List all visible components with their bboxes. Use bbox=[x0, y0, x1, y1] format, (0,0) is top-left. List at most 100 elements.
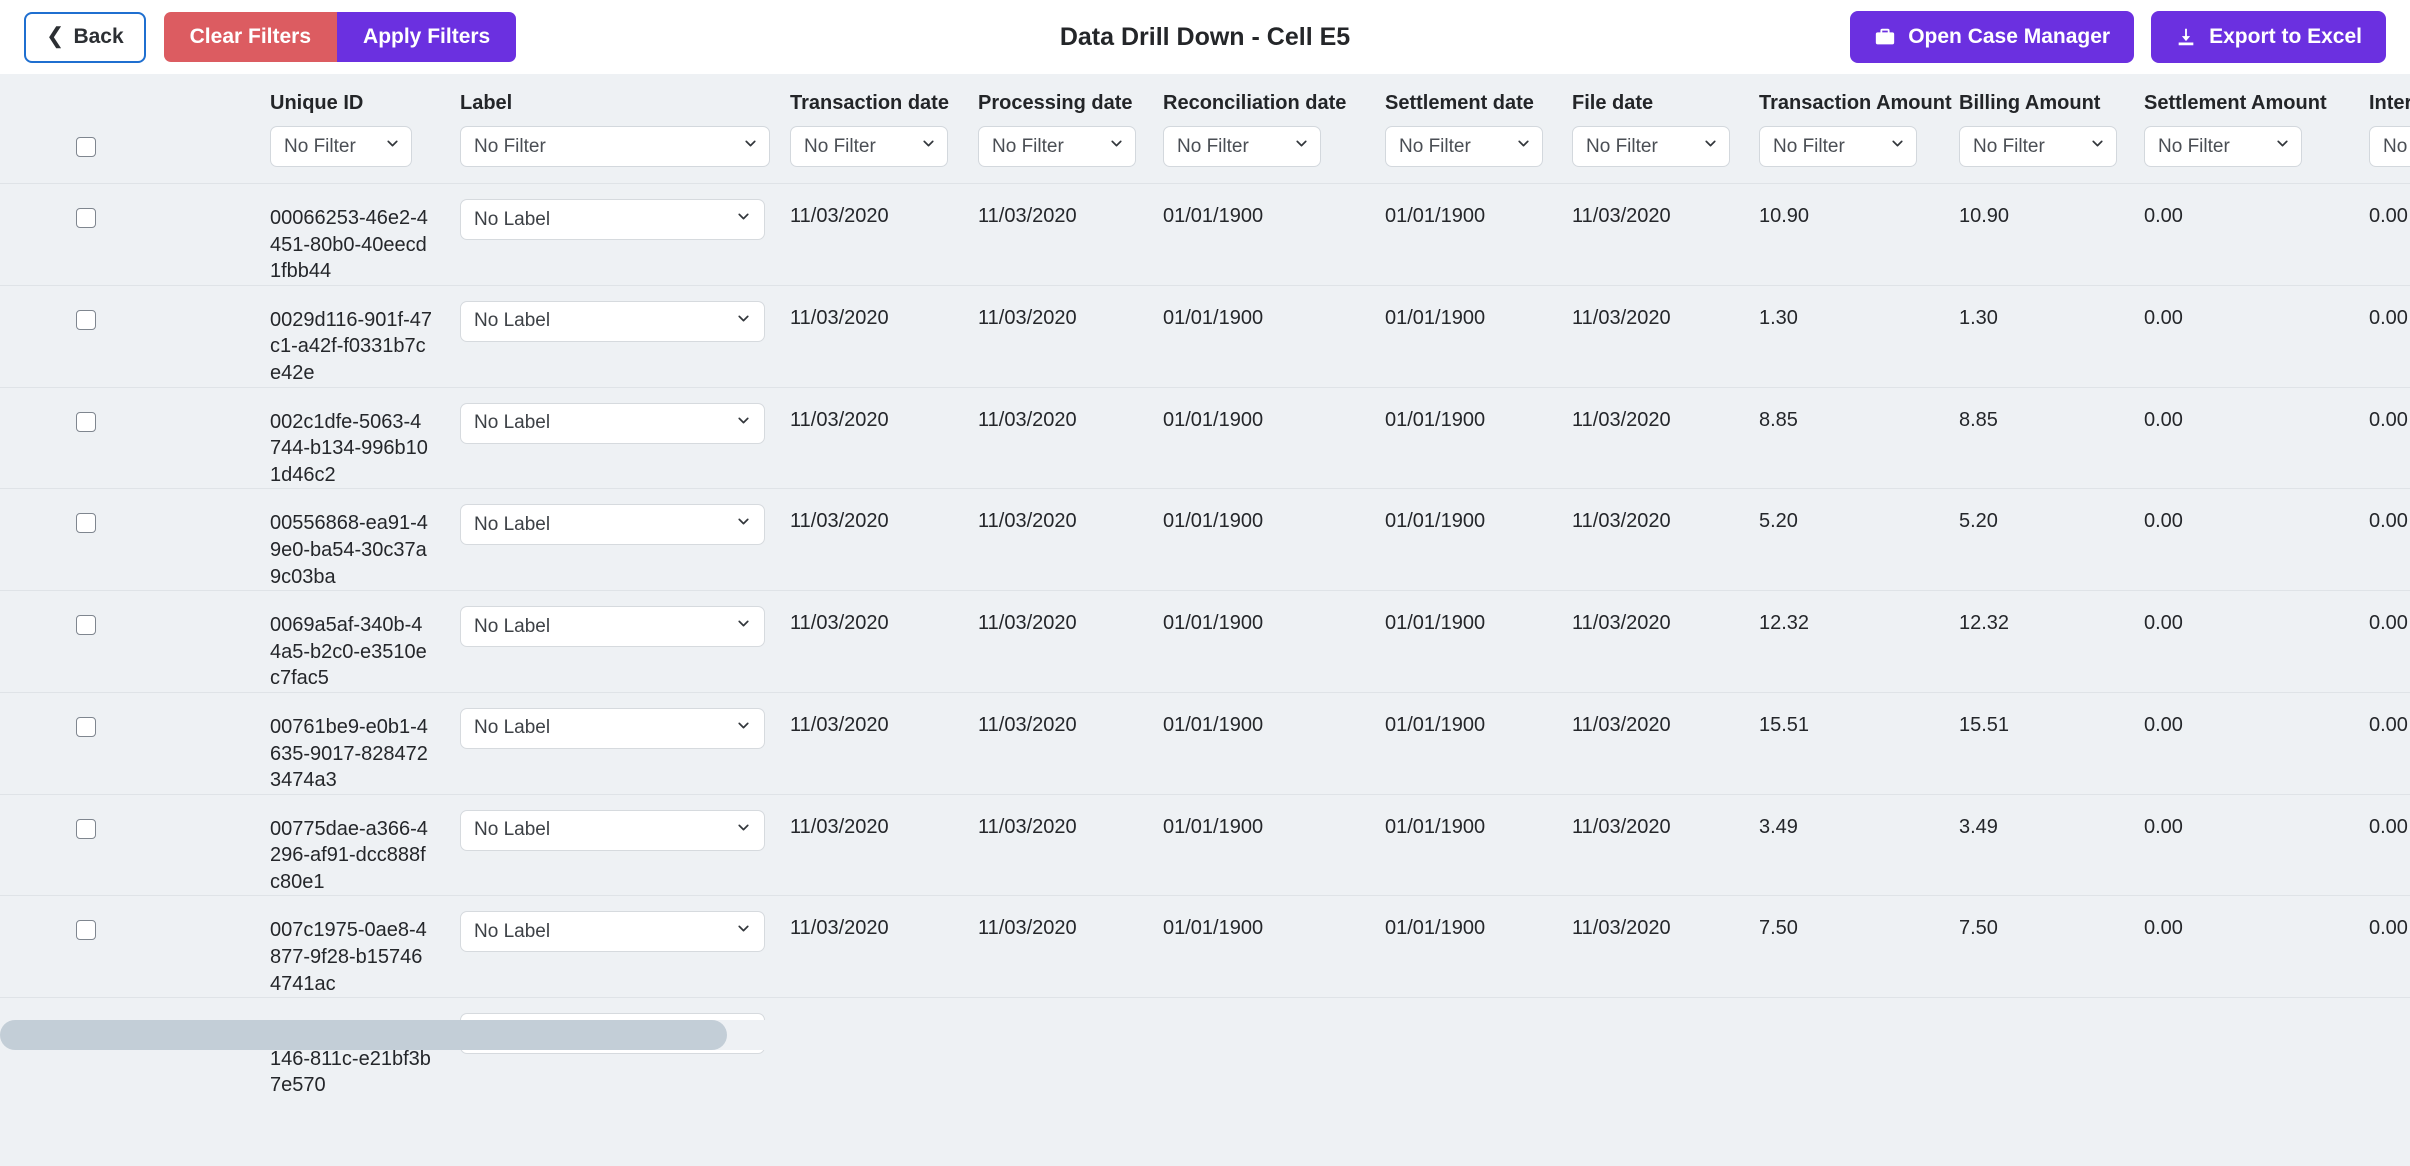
table-row[interactable]: 007c1975-0ae8-4877-9f28-b157464741ac No L… bbox=[0, 895, 2410, 999]
cell-settlement-date: 01/01/1900 bbox=[1371, 387, 1558, 490]
cell-unique-id: 0069a5af-340b-44a5-b2c0-e3510ec7fac5 bbox=[256, 590, 446, 693]
briefcase-icon bbox=[1874, 26, 1896, 48]
chevron-down-icon bbox=[735, 310, 752, 333]
label-select[interactable]: No Label bbox=[460, 300, 765, 342]
row-select-cell bbox=[0, 387, 256, 490]
clear-filters-button[interactable]: Clear Filters bbox=[163, 12, 338, 62]
cell-label: No Label bbox=[446, 895, 776, 999]
export-to-excel-label: Export to Excel bbox=[2209, 25, 2362, 48]
cell-processing-date: 11/03/2020 bbox=[964, 387, 1149, 490]
row-checkbox[interactable] bbox=[76, 920, 96, 941]
chevron-down-icon bbox=[2274, 135, 2291, 158]
cell-settlement-date: 01/01/1900 bbox=[1371, 488, 1558, 592]
cell-label: No Label bbox=[446, 590, 776, 693]
row-checkbox[interactable] bbox=[76, 208, 96, 228]
row-checkbox[interactable] bbox=[76, 513, 96, 534]
download-icon bbox=[2175, 26, 2197, 48]
label-select[interactable]: No Label bbox=[460, 911, 765, 953]
cell-settlement-amount: 0.00 bbox=[2130, 285, 2355, 388]
filter-select-interchange-amount[interactable]: No Filter bbox=[2369, 126, 2410, 167]
back-button[interactable]: ❮ Back bbox=[24, 11, 146, 63]
select-all-checkbox[interactable] bbox=[76, 137, 96, 157]
column-label: Transaction date bbox=[790, 92, 949, 114]
column-label: Interchange A bbox=[2369, 92, 2410, 114]
filter-select-billing-amount[interactable]: No Filter bbox=[1959, 126, 2117, 167]
label-value: No Label bbox=[474, 412, 551, 434]
cell-settlement-date: 01/01/1900 bbox=[1371, 895, 1558, 999]
filter-select-transaction-date[interactable]: No Filter bbox=[790, 126, 948, 167]
chevron-down-icon bbox=[735, 819, 752, 842]
filter-select-label[interactable]: No Filter bbox=[460, 126, 770, 167]
cell-transaction-date: 11/03/2020 bbox=[776, 285, 964, 388]
label-select[interactable]: No Label bbox=[460, 707, 765, 749]
cell-settlement-amount: 0.00 bbox=[2130, 895, 2355, 999]
label-select[interactable]: No Label bbox=[460, 809, 765, 851]
cell-reconciliation-date: 01/01/1900 bbox=[1149, 895, 1371, 999]
cell-interchange-amount: 0.00 bbox=[2355, 488, 2410, 592]
label-select[interactable]: No Label bbox=[460, 606, 765, 648]
cell-reconciliation-date: 01/01/1900 bbox=[1149, 387, 1371, 490]
chevron-down-icon bbox=[735, 615, 752, 638]
row-checkbox[interactable] bbox=[76, 309, 96, 330]
filter-value: No Filter bbox=[2158, 135, 2230, 157]
column-header-processing-date: Processing date No Filter bbox=[964, 74, 1149, 184]
filter-button-group: Clear Filters Apply Filters bbox=[163, 12, 517, 62]
label-select[interactable]: No Label bbox=[460, 402, 765, 444]
filter-select-settlement-amount[interactable]: No Filter bbox=[2144, 126, 2302, 167]
row-select-cell bbox=[0, 285, 256, 388]
row-checkbox[interactable] bbox=[76, 615, 96, 636]
open-case-manager-label: Open Case Manager bbox=[1908, 25, 2111, 48]
label-select[interactable]: No Label bbox=[460, 199, 765, 240]
table-row[interactable]: 0069a5af-340b-44a5-b2c0-e3510ec7fac5 No L… bbox=[0, 590, 2410, 693]
apply-filters-button[interactable]: Apply Filters bbox=[337, 12, 517, 62]
export-to-excel-button[interactable]: Export to Excel bbox=[2151, 11, 2386, 63]
table-row[interactable]: 00066253-46e2-4451-80b0-40eecd1fbb44 No L… bbox=[0, 183, 2410, 286]
label-select[interactable]: No Label bbox=[460, 504, 765, 546]
cell-label: No Label bbox=[446, 285, 776, 388]
cell-billing-amount: 12.32 bbox=[1945, 590, 2130, 693]
filter-select-transaction-amount[interactable]: No Filter bbox=[1759, 126, 1917, 167]
cell-file-date: 11/03/2020 bbox=[1558, 692, 1745, 795]
column-header-transaction-amount: Transaction Amount No Filter bbox=[1745, 74, 1952, 184]
table-row[interactable]: 00556868-ea91-49e0-ba54-30c37a9c03ba No L… bbox=[0, 488, 2410, 592]
filter-value: No Filter bbox=[1773, 135, 1845, 157]
table-row[interactable]: 00775dae-a366-4296-af91-dcc888fc80e1 No L… bbox=[0, 794, 2410, 897]
filter-value: No Filter bbox=[804, 135, 876, 157]
toolbar-right-actions: Open Case Manager Export to Excel bbox=[1850, 11, 2386, 63]
filter-select-reconciliation-date[interactable]: No Filter bbox=[1163, 126, 1321, 167]
cell-processing-date: 11/03/2020 bbox=[964, 895, 1149, 999]
table-row[interactable]: 0029d116-901f-47c1-a42f-f0331b7ce42e No L… bbox=[0, 285, 2410, 388]
horizontal-scrollbar-thumb[interactable] bbox=[0, 1020, 727, 1050]
filter-value: No Filter bbox=[474, 135, 546, 157]
filter-select-processing-date[interactable]: No Filter bbox=[978, 126, 1136, 167]
row-checkbox[interactable] bbox=[76, 716, 96, 737]
row-select-cell bbox=[0, 895, 256, 999]
filter-value: No Filter bbox=[1973, 135, 2045, 157]
row-select-cell bbox=[0, 488, 256, 592]
cell-transaction-amount: 12.32 bbox=[1745, 590, 1945, 693]
row-checkbox[interactable] bbox=[76, 818, 96, 839]
filter-select-unique-id[interactable]: No Filter bbox=[270, 126, 412, 167]
cell-billing-amount: 10.90 bbox=[1945, 183, 2130, 286]
table-row[interactable]: 00761be9-e0b1-4635-9017-8284723474a3 No L… bbox=[0, 692, 2410, 795]
cell-label: No Label bbox=[446, 183, 776, 286]
row-checkbox[interactable] bbox=[76, 411, 96, 432]
column-label: Transaction Amount bbox=[1759, 92, 1952, 114]
cell-billing-amount: 1.30 bbox=[1945, 285, 2130, 388]
filter-select-file-date[interactable]: No Filter bbox=[1572, 126, 1730, 167]
cell-billing-amount: 3.49 bbox=[1945, 794, 2130, 897]
cell-transaction-date: 11/03/2020 bbox=[776, 794, 964, 897]
column-header-transaction-date: Transaction date No Filter bbox=[776, 74, 964, 184]
cell-settlement-amount: 0.00 bbox=[2130, 387, 2355, 490]
column-label: Label bbox=[460, 92, 513, 114]
cell-processing-date: 11/03/2020 bbox=[964, 285, 1149, 388]
cell-interchange-amount: 0.00 bbox=[2355, 590, 2410, 693]
cell-unique-id: 00761be9-e0b1-4635-9017-8284723474a3 bbox=[256, 692, 446, 795]
filter-select-settlement-date[interactable]: No Filter bbox=[1385, 126, 1543, 167]
table-row[interactable]: 002c1dfe-5063-4744-b134-996b101d46c2 No L… bbox=[0, 387, 2410, 490]
data-table-viewport[interactable]: Unique ID No Filter Label No Filter Tran… bbox=[0, 74, 2410, 1092]
horizontal-scrollbar[interactable] bbox=[0, 1020, 2410, 1050]
column-header-file-date: File date No Filter bbox=[1558, 74, 1745, 184]
open-case-manager-button[interactable]: Open Case Manager bbox=[1850, 11, 2135, 63]
label-value: No Label bbox=[474, 513, 551, 535]
